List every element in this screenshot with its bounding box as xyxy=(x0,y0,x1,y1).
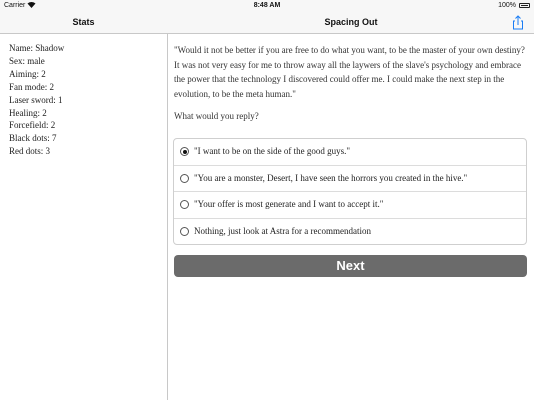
status-bar: Carrier 8:48 AM 100% xyxy=(0,0,534,12)
stat-fan-mode: Fan mode: 2 xyxy=(9,81,54,92)
stat-sex: Sex: male xyxy=(9,55,45,66)
stats-list: Name: Shadow Sex: male Aiming: 2 Fan mod… xyxy=(0,34,167,158)
reply-options: "I want to be on the side of the good gu… xyxy=(173,138,527,245)
navigation-bar: Stats Spacing Out xyxy=(0,12,534,34)
reply-option[interactable]: "Your offer is most generate and I want … xyxy=(174,192,526,219)
reply-option[interactable]: "I want to be on the side of the good gu… xyxy=(174,139,526,166)
share-button[interactable] xyxy=(511,15,525,30)
stat-name: Name: Shadow xyxy=(9,43,65,53)
page-title: Spacing Out xyxy=(324,17,378,27)
reply-option-label: "Your offer is most generate and I want … xyxy=(194,199,384,209)
radio-icon[interactable] xyxy=(180,200,189,209)
status-time: 8:48 AM xyxy=(253,2,281,9)
reply-option-label: Nothing, just look at Astra for a recomm… xyxy=(194,225,371,236)
story-text: "Would it not be better if you are free … xyxy=(174,45,525,99)
stat-aiming: Aiming: 2 xyxy=(9,68,46,79)
stat-black-dots: Black dots: 7 xyxy=(9,133,57,144)
story-panel: "Would it not be better if you are free … xyxy=(168,34,534,400)
stat-healing: Healing: 2 xyxy=(9,107,47,118)
share-icon xyxy=(513,15,523,30)
reply-option[interactable]: Nothing, just look at Astra for a recomm… xyxy=(174,219,526,245)
next-button[interactable]: Next xyxy=(174,255,527,277)
sidebar-title: Stats xyxy=(72,17,95,27)
battery-icon xyxy=(519,3,530,8)
reply-option-label: "I want to be on the side of the good gu… xyxy=(194,146,351,156)
stats-sidebar: Name: Shadow Sex: male Aiming: 2 Fan mod… xyxy=(0,34,168,400)
radio-icon[interactable] xyxy=(180,226,189,236)
reply-option-label: "You are a monster, Desert, I have seen … xyxy=(194,172,468,183)
reply-option[interactable]: "You are a monster, Desert, I have seen … xyxy=(174,166,526,192)
reply-prompt: What would you reply? xyxy=(174,111,259,121)
battery-percent: 100% xyxy=(498,2,516,9)
stat-forcefield: Forcefield: 2 xyxy=(9,120,56,131)
stat-laser-sword: Laser sword: 1 xyxy=(9,94,63,105)
stat-red-dots: Red dots: 3 xyxy=(9,146,51,157)
radio-icon[interactable] xyxy=(180,173,189,183)
radio-selected-icon[interactable] xyxy=(180,147,189,156)
